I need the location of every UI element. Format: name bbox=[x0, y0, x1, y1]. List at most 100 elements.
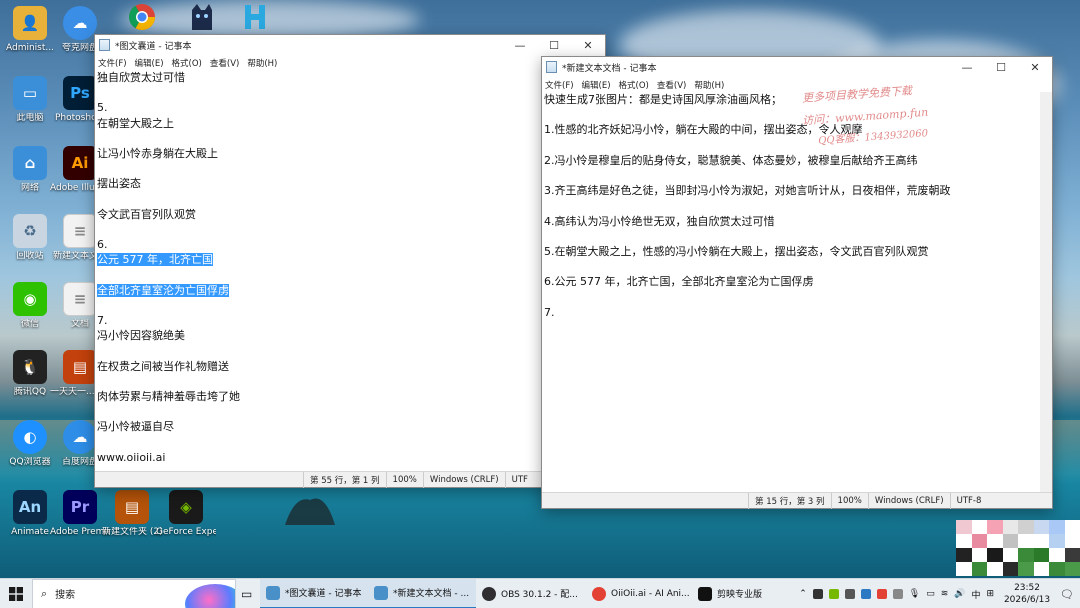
text-line bbox=[97, 161, 593, 176]
taskbar-app-notepad-1[interactable]: *图文囊道 - 记事本 bbox=[260, 578, 368, 608]
tray-app-icon[interactable] bbox=[844, 589, 855, 599]
close-button[interactable]: ✕ bbox=[1018, 57, 1052, 77]
ime-grid-icon[interactable]: ⊞ bbox=[986, 589, 994, 599]
wifi-icon[interactable]: ≋ bbox=[941, 589, 949, 599]
wechat-icon: ◉ bbox=[13, 282, 47, 316]
pixel-block bbox=[1049, 562, 1065, 576]
show-hidden-icons-button[interactable]: ⌃ bbox=[799, 589, 807, 599]
windows-logo-icon bbox=[9, 586, 23, 601]
volume-icon[interactable]: 🔊 bbox=[954, 589, 965, 599]
text-line bbox=[97, 374, 593, 389]
start-button[interactable] bbox=[0, 579, 32, 608]
search-icon: ⌕ bbox=[41, 586, 48, 600]
menu-edit[interactable]: 编辑(E) bbox=[582, 79, 611, 91]
text-line: www.oiioii.ai bbox=[97, 450, 166, 464]
chrome-icon bbox=[592, 586, 606, 601]
title-bar[interactable]: *图文囊道 - 记事本 — ☐ ✕ bbox=[95, 35, 605, 55]
menu-help[interactable]: 帮助(H) bbox=[247, 57, 277, 69]
taskbar-app-capcut[interactable]: 剪映专业版 bbox=[692, 579, 788, 608]
qq-icon: 🐧 bbox=[13, 350, 47, 384]
text-line: 2.冯小怜是穆皇后的贴身侍女，聪慧貌美、体态曼妙，被穆皇后献给齐王高纬 bbox=[544, 153, 918, 167]
taskbar-app-chrome[interactable]: OiiOii.ai - AI Ani... bbox=[586, 579, 692, 608]
menu-format[interactable]: 格式(O) bbox=[172, 57, 202, 69]
pixel-block bbox=[1064, 562, 1080, 576]
ime-indicator[interactable]: 中 bbox=[971, 588, 980, 601]
taskbar-app-notepad-2[interactable]: *新建文本文档 - ... bbox=[368, 578, 476, 608]
quark-icon: ☁ bbox=[63, 6, 97, 40]
clock-time: 23:52 bbox=[1014, 583, 1040, 593]
menu-bar: 文件(F) 编辑(E) 格式(O) 查看(V) 帮助(H) bbox=[95, 55, 605, 71]
pixel-block bbox=[1033, 520, 1049, 534]
text-line bbox=[97, 192, 593, 207]
pixel-block bbox=[1049, 548, 1065, 562]
desktop-icon-geforce[interactable]: ◈ GeForce Experience bbox=[156, 488, 216, 556]
notepad-window-1[interactable]: *图文囊道 - 记事本 — ☐ ✕ 文件(F) 编辑(E) 格式(O) 查看(V… bbox=[94, 34, 606, 488]
pixel-block bbox=[1018, 534, 1034, 548]
cat-app-icon bbox=[192, 4, 212, 30]
menu-view[interactable]: 查看(V) bbox=[657, 79, 686, 91]
desktop-icon-new-folder-2[interactable]: ▤ 新建文件夹 (2) bbox=[102, 488, 162, 556]
pixel-block bbox=[956, 562, 972, 576]
text-line: 6.公元 577 年，北齐亡国，全部北齐皇室沦为亡国俘虏 bbox=[544, 275, 814, 289]
text-line: 令文武百官列队观赏 bbox=[97, 207, 196, 221]
pixel-block bbox=[1018, 548, 1034, 562]
taskbar-app-label: OBS 30.1.2 - 配... bbox=[501, 590, 578, 600]
text-editor[interactable]: 独自欣赏太过可惜 5. 在朝堂大殿之上 让冯小怜赤身躺在大殿上 摆出姿态 令文武百官列队观… bbox=[95, 70, 593, 471]
menu-edit[interactable]: 编辑(E) bbox=[135, 57, 164, 69]
text-line bbox=[97, 343, 593, 358]
task-view-button[interactable]: ▭ bbox=[236, 579, 260, 608]
text-editor[interactable]: 快速生成7张图片：都是史诗国风厚涂油画风格； 1.性感的北齐妖妃冯小怜，躺在大殿的… bbox=[542, 92, 1040, 492]
text-line: 5. bbox=[97, 101, 108, 115]
cursor-position: 第 55 行，第 1 列 bbox=[303, 471, 386, 488]
h-app-icon bbox=[245, 5, 265, 29]
premiere-icon: Pr bbox=[63, 490, 97, 524]
document-icon: ≡ bbox=[63, 282, 97, 316]
menu-format[interactable]: 格式(O) bbox=[619, 79, 649, 91]
tray-app-icon[interactable] bbox=[860, 589, 871, 599]
recycle-bin-icon: ♻ bbox=[13, 214, 47, 248]
menu-file[interactable]: 文件(F) bbox=[98, 57, 127, 69]
taskbar-search-box[interactable]: ⌕ 搜索 bbox=[32, 578, 236, 608]
line-ending: Windows (CRLF) bbox=[422, 471, 505, 488]
minimize-button[interactable]: — bbox=[503, 35, 537, 55]
network-icon: ⌂ bbox=[13, 146, 47, 180]
title-bar[interactable]: *新建文本文档 - 记事本 — ☐ ✕ bbox=[542, 57, 1052, 77]
desktop-icon-premiere[interactable]: Pr Adobe Premie... bbox=[50, 488, 110, 556]
text-line bbox=[97, 298, 593, 313]
menu-help[interactable]: 帮助(H) bbox=[694, 79, 724, 91]
minimize-button[interactable]: — bbox=[950, 57, 984, 77]
text-line: 摆出姿态 bbox=[97, 177, 141, 191]
maximize-button[interactable]: ☐ bbox=[984, 57, 1018, 77]
clock[interactable]: 23:52 2026/6/13 bbox=[1000, 582, 1054, 606]
text-line bbox=[97, 267, 593, 282]
text-line: 肉体劳累与精神羞辱击垮了她 bbox=[97, 389, 240, 403]
pixel-block bbox=[1064, 534, 1080, 548]
pixel-block bbox=[956, 548, 972, 562]
pixelated-region bbox=[956, 520, 1080, 576]
network-tray-icon[interactable]: ▭ bbox=[926, 589, 935, 599]
taskbar-app-label: OiiOii.ai - AI Ani... bbox=[611, 588, 690, 599]
text-line: 在朝堂大殿之上 bbox=[97, 116, 174, 130]
microphone-icon[interactable]: 🎙 bbox=[909, 589, 920, 599]
notepad-icon bbox=[546, 61, 557, 73]
text-line bbox=[544, 198, 1040, 213]
notification-icon[interactable]: 🗨 bbox=[1060, 588, 1074, 601]
notepad-icon bbox=[266, 585, 280, 600]
close-button[interactable]: ✕ bbox=[571, 35, 605, 55]
notepad-window-2[interactable]: *新建文本文档 - 记事本 — ☐ ✕ 文件(F) 编辑(E) 格式(O) 查看… bbox=[541, 56, 1053, 509]
pixel-block bbox=[956, 534, 972, 548]
nvidia-tray-icon[interactable] bbox=[828, 589, 839, 599]
maximize-button[interactable]: ☐ bbox=[537, 35, 571, 55]
status-bar: 第 15 行，第 3 列 100% Windows (CRLF) UTF-8 bbox=[542, 492, 1052, 509]
menu-file[interactable]: 文件(F) bbox=[545, 79, 574, 91]
pixel-block bbox=[987, 562, 1003, 576]
tray-app-icon[interactable] bbox=[812, 589, 823, 599]
geforce-icon: ◈ bbox=[169, 490, 203, 524]
vertical-scrollbar[interactable] bbox=[1040, 92, 1052, 492]
tray-app-icon[interactable] bbox=[892, 589, 903, 599]
baidu-netdisk-icon: ☁ bbox=[63, 420, 97, 454]
menu-view[interactable]: 查看(V) bbox=[210, 57, 239, 69]
tray-app-icon[interactable] bbox=[876, 589, 887, 599]
text-line: 快速生成7张图片：都是史诗国风厚涂油画风格； bbox=[544, 93, 782, 106]
taskbar-app-obs[interactable]: OBS 30.1.2 - 配... bbox=[476, 579, 586, 608]
